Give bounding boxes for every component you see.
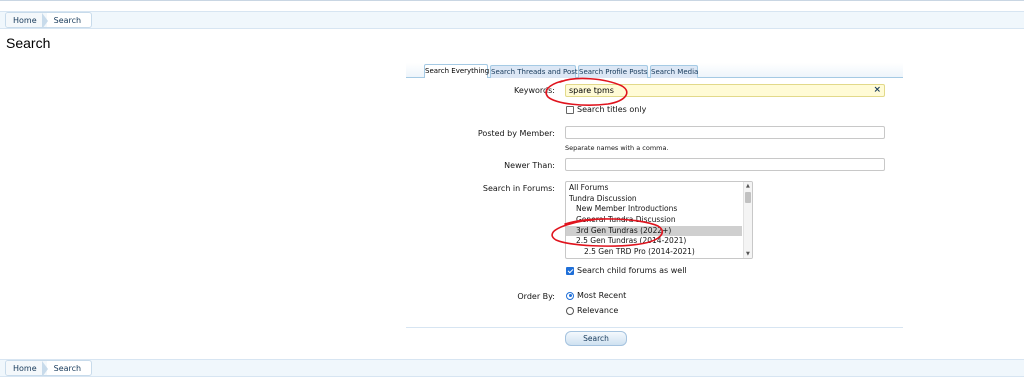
breadcrumb-home[interactable]: Home: [6, 361, 48, 375]
tab-search-threads-posts[interactable]: Search Threads and Posts: [490, 65, 581, 78]
checkbox-icon: [566, 105, 574, 114]
posted-by-label: Posted by Member:: [477, 129, 555, 138]
posted-by-hint: Separate names with a comma.: [565, 144, 669, 152]
forum-option[interactable]: General Tundra Discussion: [566, 215, 742, 226]
keywords-value: spare tpms: [569, 86, 614, 95]
radio-icon: [566, 306, 574, 315]
posted-by-input[interactable]: [565, 126, 885, 139]
newer-than-input[interactable]: [565, 158, 885, 171]
order-by-label: Order By:: [517, 292, 555, 301]
forum-option-selected[interactable]: 3rd Gen Tundras (2022+): [566, 225, 742, 237]
search-tabs: Search Everything Search Threads and Pos…: [406, 63, 903, 78]
breadcrumb-current[interactable]: Search: [47, 13, 91, 27]
page-title: Search: [6, 35, 51, 51]
search-submit-button[interactable]: Search: [565, 331, 627, 346]
order-relevance-label: Relevance: [577, 306, 619, 315]
newer-than-label: Newer Than:: [504, 161, 555, 170]
checkbox-checked-icon: [566, 266, 574, 275]
order-most-recent-label: Most Recent: [577, 291, 627, 300]
scroll-up-icon[interactable]: ▲: [746, 183, 750, 189]
breadcrumb-home[interactable]: Home: [6, 13, 48, 27]
form-divider: [406, 327, 903, 328]
breadcrumb-current[interactable]: Search: [47, 361, 91, 375]
keywords-input[interactable]: spare tpms ×: [565, 84, 885, 97]
scroll-down-icon[interactable]: ▼: [746, 251, 750, 257]
titles-only-checkbox[interactable]: Search titles only: [566, 105, 646, 114]
breadcrumb-bar-top: Home Search: [0, 11, 1024, 29]
tab-search-profile-posts[interactable]: Search Profile Posts: [578, 65, 648, 78]
forums-listbox[interactable]: All Forums Tundra Discussion New Member …: [565, 181, 753, 259]
child-forums-label: Search child forums as well: [577, 266, 687, 275]
breadcrumb-bar-bottom: Home Search: [0, 359, 1024, 377]
order-most-recent-radio[interactable]: Most Recent: [566, 291, 626, 300]
forum-option[interactable]: 2.5 Gen TRD Pro (2014-2021): [566, 247, 742, 258]
scroll-thumb[interactable]: [745, 192, 751, 203]
forums-label: Search in Forums:: [482, 184, 555, 193]
tab-search-everything[interactable]: Search Everything: [424, 64, 489, 78]
breadcrumb: Home Search: [5, 12, 93, 28]
forum-option[interactable]: New Member Introductions: [566, 204, 742, 215]
tab-search-media[interactable]: Search Media: [650, 65, 698, 78]
listbox-scrollbar[interactable]: ▲ ▼: [743, 182, 752, 258]
top-border: [0, 0, 1024, 1]
forum-option[interactable]: Tundra Discussion: [566, 194, 742, 205]
forum-option[interactable]: 2.5 Gen Tundras (2014-2021): [566, 236, 742, 247]
keywords-label: Keywords:: [513, 86, 555, 95]
order-relevance-radio[interactable]: Relevance: [566, 306, 618, 315]
child-forums-checkbox[interactable]: Search child forums as well: [566, 266, 687, 275]
forum-option[interactable]: All Forums: [566, 183, 742, 194]
titles-only-label: Search titles only: [577, 105, 647, 114]
radio-selected-icon: [566, 291, 574, 300]
clear-icon[interactable]: ×: [873, 85, 881, 96]
breadcrumb: Home Search: [5, 360, 93, 376]
